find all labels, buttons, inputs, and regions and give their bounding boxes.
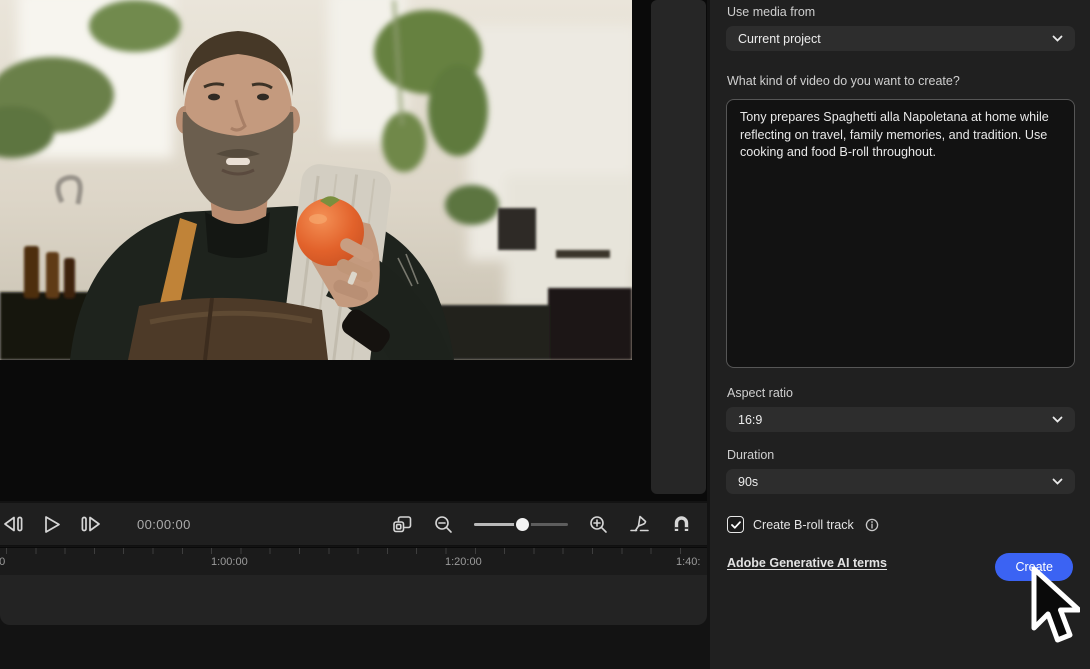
create-button[interactable]: Create bbox=[995, 553, 1073, 581]
chevron-down-icon bbox=[1052, 35, 1063, 42]
step-forward-icon bbox=[79, 515, 102, 533]
aspect-ratio-value: 16:9 bbox=[738, 413, 762, 427]
current-timecode[interactable]: 00:00:00 bbox=[137, 517, 191, 532]
transport-controls: 00:00:00 bbox=[0, 515, 191, 534]
fit-to-window-button[interactable] bbox=[392, 515, 413, 534]
timeline-tracks[interactable] bbox=[0, 575, 707, 625]
broll-checkbox[interactable] bbox=[727, 516, 744, 533]
chevron-down-icon bbox=[1052, 416, 1063, 423]
step-forward-button[interactable] bbox=[79, 515, 102, 533]
info-icon[interactable] bbox=[865, 518, 879, 532]
step-back-button[interactable] bbox=[2, 515, 25, 533]
use-media-select[interactable]: Current project bbox=[726, 26, 1075, 51]
timeline-zoom-slider[interactable] bbox=[474, 515, 568, 533]
checkbox-check-icon bbox=[731, 521, 741, 529]
snap-magnet-icon bbox=[671, 514, 692, 534]
step-back-icon bbox=[2, 515, 25, 533]
broll-checkbox-label: Create B-roll track bbox=[753, 518, 854, 532]
razor-tool-icon bbox=[629, 514, 650, 534]
snap-toggle-button[interactable] bbox=[671, 514, 692, 534]
razor-tool-button[interactable] bbox=[629, 514, 650, 534]
aspect-ratio-label: Aspect ratio bbox=[727, 386, 793, 400]
use-media-value: Current project bbox=[738, 32, 821, 46]
chevron-down-icon bbox=[1052, 478, 1063, 485]
duration-value: 90s bbox=[738, 475, 758, 489]
generative-ai-terms-link[interactable]: Adobe Generative AI terms bbox=[727, 556, 887, 570]
ruler-label: 00 bbox=[0, 556, 5, 568]
play-icon bbox=[42, 515, 62, 534]
prompt-input[interactable]: Tony prepares Spaghetti alla Napoletana … bbox=[726, 99, 1075, 368]
zoom-in-button[interactable] bbox=[589, 515, 608, 534]
program-monitor bbox=[0, 0, 707, 501]
zoom-out-icon bbox=[434, 515, 453, 534]
duration-label: Duration bbox=[727, 448, 774, 462]
fit-to-window-icon bbox=[392, 515, 413, 534]
ruler-label: 1:40: bbox=[676, 556, 700, 568]
zoom-in-icon bbox=[589, 515, 608, 534]
zoom-out-button[interactable] bbox=[434, 515, 453, 534]
ruler-label: 1:20:00 bbox=[445, 556, 482, 568]
timeline-tools bbox=[392, 514, 707, 534]
duration-select[interactable]: 90s bbox=[726, 469, 1075, 494]
video-preview[interactable] bbox=[0, 0, 632, 360]
play-button[interactable] bbox=[42, 515, 62, 534]
video-editor-app: 00:00:00 bbox=[0, 0, 1090, 669]
collapsed-panel-strip[interactable] bbox=[651, 0, 706, 494]
use-media-label: Use media from bbox=[727, 5, 815, 19]
aspect-ratio-select[interactable]: 16:9 bbox=[726, 407, 1075, 432]
generate-video-panel: Use media from Current project What kind… bbox=[710, 0, 1090, 669]
video-frame-chef-with-tomato bbox=[0, 0, 632, 360]
transport-toolbar: 00:00:00 bbox=[0, 503, 707, 546]
ruler-label: 1:00:00 bbox=[211, 556, 248, 568]
slider-handle[interactable] bbox=[514, 516, 531, 533]
broll-checkbox-row: Create B-roll track bbox=[727, 516, 879, 533]
timeline-ruler[interactable]: 00 1:00:00 1:20:00 1:40: bbox=[0, 547, 707, 575]
prompt-label: What kind of video do you want to create… bbox=[727, 74, 960, 88]
